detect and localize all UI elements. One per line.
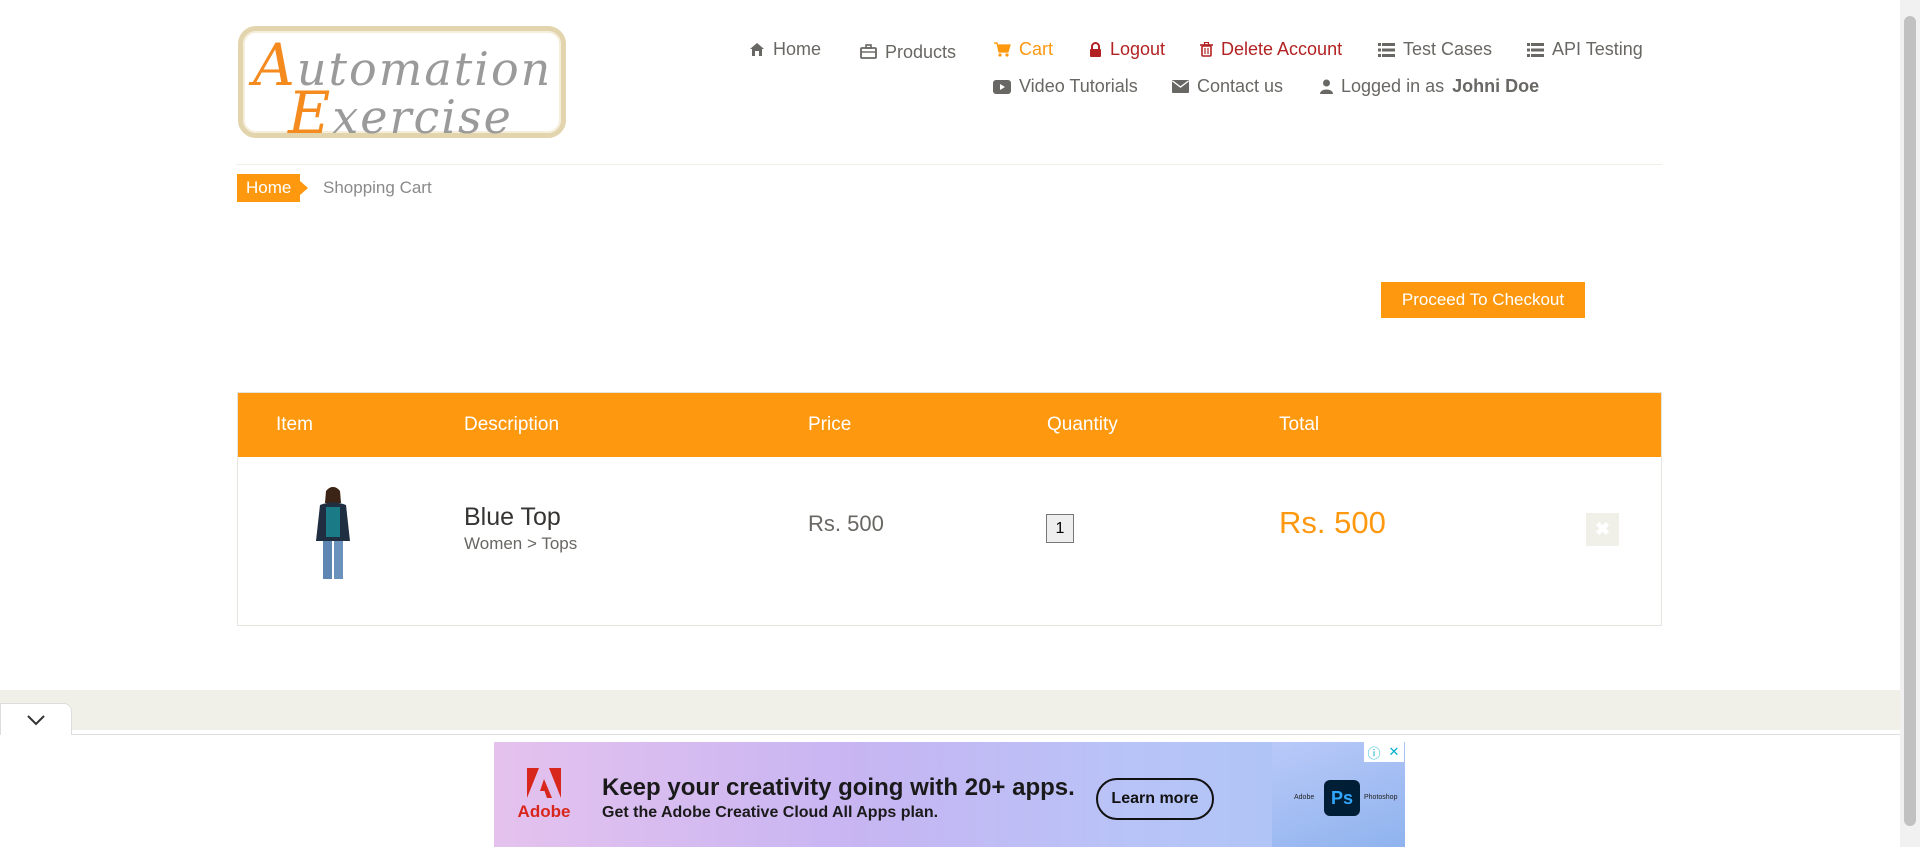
- nav-contact-us[interactable]: Contact us: [1172, 76, 1283, 97]
- adobe-logo: Adobe: [494, 742, 594, 847]
- site-logo[interactable]: Automation Exercise: [238, 26, 566, 147]
- ad-mini-label-left: Adobe: [1294, 794, 1315, 801]
- delete-item-button[interactable]: ✖: [1586, 513, 1619, 546]
- breadcrumb-home[interactable]: Home: [237, 174, 309, 202]
- cart-table-header: Item Description Price Quantity Total: [238, 393, 1661, 457]
- product-quantity: 1: [1046, 514, 1074, 543]
- ad-mini-label-right: Photoshop: [1364, 794, 1398, 801]
- ad-collapse-toggle[interactable]: [0, 703, 72, 735]
- header-item: Item: [276, 414, 313, 435]
- footer-band: [0, 690, 1900, 730]
- adobe-icon: [527, 767, 561, 798]
- logged-in-username: Johni Doe: [1452, 76, 1540, 96]
- close-icon[interactable]: ✕: [1384, 742, 1404, 762]
- proceed-to-checkout-button[interactable]: Proceed To Checkout: [1381, 282, 1585, 318]
- nav-delete-account[interactable]: Delete Account: [1200, 39, 1342, 60]
- cart-table: Item Description Price Quantity Total Bl…: [237, 392, 1662, 626]
- photoshop-icon: Ps: [1324, 780, 1360, 816]
- info-icon[interactable]: ⓘ: [1364, 742, 1384, 762]
- nav-logout[interactable]: Logout: [1089, 39, 1165, 60]
- trash-icon: [1200, 42, 1213, 57]
- nav-logged-in-as: Logged in as Johni Doe: [1320, 76, 1539, 97]
- product-price: Rs. 500: [808, 511, 884, 536]
- list-icon: [1378, 42, 1395, 57]
- ad-learn-more-button[interactable]: Learn more: [1096, 778, 1214, 820]
- nav-cart[interactable]: Cart: [993, 39, 1053, 60]
- nav-test-cases[interactable]: Test Cases: [1378, 39, 1492, 60]
- envelope-icon: [1172, 80, 1189, 93]
- product-name[interactable]: Blue Top: [464, 503, 561, 532]
- nav-video-tutorials[interactable]: Video Tutorials: [993, 76, 1138, 97]
- briefcase-icon: [860, 43, 877, 59]
- product-image[interactable]: [308, 483, 358, 583]
- nav-api-testing[interactable]: API Testing: [1527, 39, 1643, 60]
- page-scrollbar[interactable]: [1900, 0, 1920, 847]
- home-icon: [750, 43, 764, 56]
- product-category: Women > Tops: [464, 534, 578, 553]
- nav-home[interactable]: Home: [749, 39, 821, 60]
- ad-subline: Get the Adobe Creative Cloud All Apps pl…: [602, 804, 939, 821]
- ad-banner[interactable]: Adobe Keep your creativity going with 20…: [494, 742, 1405, 847]
- header-total: Total: [1279, 414, 1320, 435]
- header-divider: [236, 164, 1662, 165]
- cart-icon: [994, 42, 1011, 57]
- nav-products[interactable]: Products: [860, 39, 956, 63]
- header-description: Description: [464, 414, 560, 435]
- ad-controls: ⓘ ✕: [1364, 742, 1404, 762]
- lock-icon: [1090, 42, 1101, 57]
- user-icon: [1320, 79, 1333, 94]
- scrollbar-thumb[interactable]: [1904, 16, 1916, 826]
- chevron-down-icon: [27, 714, 45, 725]
- breadcrumb-current: Shopping Cart: [323, 178, 432, 197]
- product-total: Rs. 500: [1279, 505, 1386, 540]
- header-quantity: Quantity: [1047, 414, 1118, 435]
- youtube-icon: [993, 79, 1011, 94]
- ad-headline: Keep your creativity going with 20+ apps…: [602, 774, 1075, 801]
- close-icon: ✖: [1594, 519, 1611, 539]
- list-icon: [1527, 42, 1544, 57]
- header-price: Price: [808, 414, 852, 435]
- logo-line-2: Exercise: [288, 79, 513, 147]
